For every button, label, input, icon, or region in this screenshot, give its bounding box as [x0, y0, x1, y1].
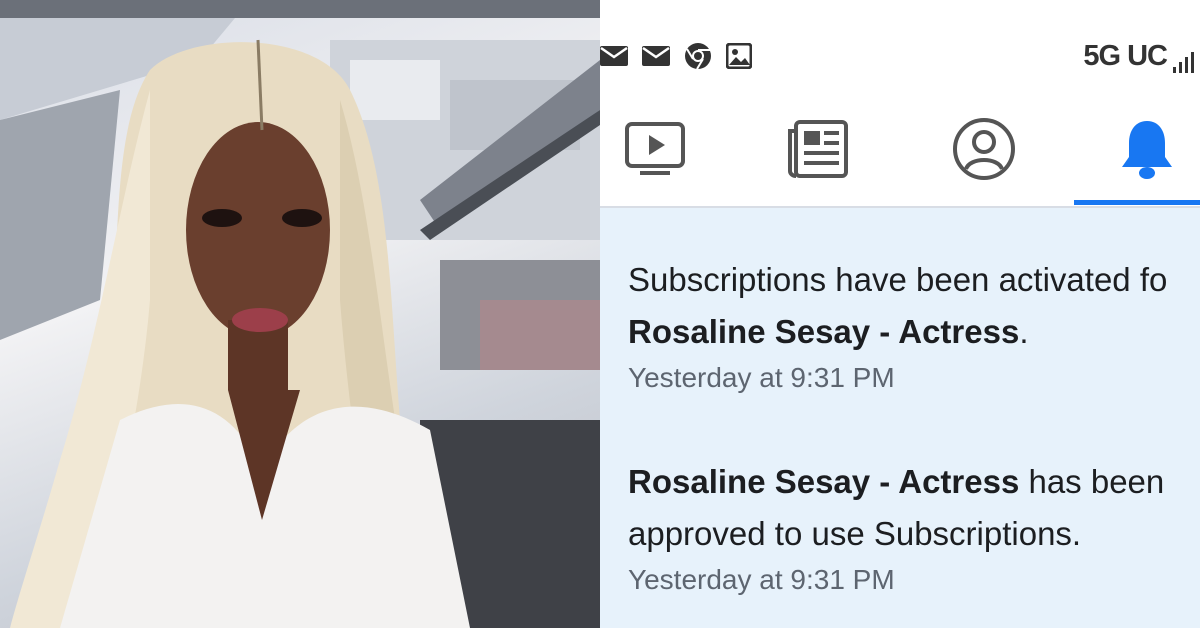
mail-icon — [642, 45, 670, 72]
tab-news[interactable] — [783, 114, 853, 184]
notification-time: Yesterday at 9:31 PM — [628, 362, 895, 393]
signal-icon — [1173, 51, 1194, 73]
portrait-photo — [0, 0, 600, 628]
phone-screenshot: 5G UC Subscriptions have been activated … — [600, 0, 1200, 628]
notification-suffix: . — [1019, 313, 1029, 350]
active-tab-indicator — [1074, 200, 1200, 205]
page-name: Rosaline Sesay - Actress — [628, 313, 1020, 350]
image-icon — [725, 42, 753, 74]
video-icon — [625, 122, 685, 175]
photo-illustration — [0, 0, 600, 628]
notifications-list: Subscriptions have been activated fo Ros… — [600, 208, 1200, 628]
tab-video[interactable] — [620, 114, 690, 184]
status-icons — [600, 42, 753, 75]
news-icon — [788, 120, 848, 178]
notification-text-line: approved to use Subscriptions. — [628, 515, 1082, 552]
notification-text-line: Rosaline Sesay - Actress. — [628, 306, 1200, 358]
notification-text: has been — [1019, 463, 1165, 500]
notification-time: Yesterday at 9:31 PM — [628, 564, 895, 595]
notification-item[interactable]: Rosaline Sesay - Actress has been approv… — [628, 456, 1200, 600]
chrome-icon — [684, 42, 712, 75]
composite-image: 5G UC Subscriptions have been activated … — [0, 0, 1200, 628]
tab-bar — [600, 100, 1200, 208]
bell-icon — [1122, 121, 1172, 179]
profile-icon — [953, 118, 1015, 180]
mail-icon — [600, 45, 628, 72]
notification-item[interactable]: Subscriptions have been activated fo Ros… — [628, 254, 1200, 398]
notification-text-line: Rosaline Sesay - Actress has been — [628, 456, 1200, 508]
network-indicator: 5G UC — [1083, 40, 1194, 73]
notification-text-line: Subscriptions have been activated fo — [628, 261, 1168, 298]
status-bar: 5G UC — [600, 0, 1200, 100]
network-label: 5G UC — [1083, 40, 1168, 72]
tab-notifications[interactable] — [1112, 114, 1182, 184]
tab-profile[interactable] — [949, 114, 1019, 184]
page-name: Rosaline Sesay - Actress — [628, 463, 1020, 500]
